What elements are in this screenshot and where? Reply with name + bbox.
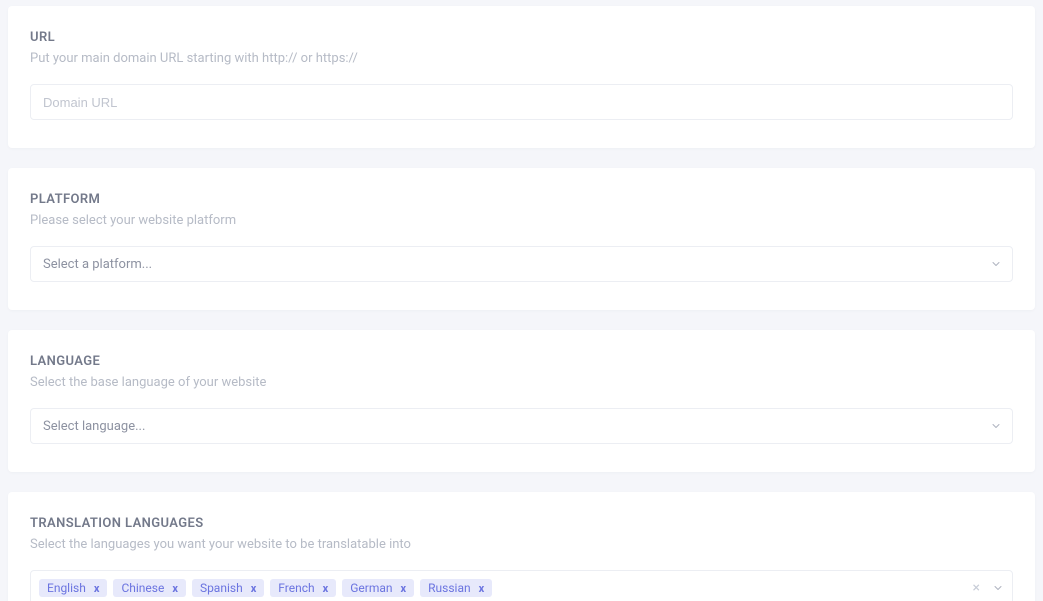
language-card: LANGUAGE Select the base language of you… (8, 330, 1035, 472)
language-placeholder: Select language... (43, 419, 145, 434)
language-select[interactable]: Select language... (30, 408, 1013, 444)
url-card: URL Put your main domain URL starting wi… (8, 6, 1035, 148)
language-tag-label: Spanish (200, 581, 243, 595)
language-tag: Spanish x (192, 579, 264, 597)
language-tag-label: French (278, 581, 314, 595)
language-desc: Select the base language of your website (30, 375, 1013, 390)
url-input[interactable] (30, 84, 1013, 120)
remove-tag-icon[interactable]: x (323, 583, 329, 594)
translation-tags: EnglishxChinesexSpanishxFrenchxGermanxRu… (39, 579, 967, 597)
language-tag: Germanx (342, 579, 414, 597)
platform-select[interactable]: Select a platform... (30, 246, 1013, 282)
platform-placeholder: Select a platform... (43, 257, 152, 272)
remove-tag-icon[interactable]: x (479, 583, 485, 594)
url-title: URL (30, 30, 1013, 45)
translation-title: TRANSLATION LANGUAGES (30, 516, 1013, 531)
remove-tag-icon[interactable]: x (94, 583, 100, 594)
chevron-down-icon (990, 258, 1002, 270)
language-tag: English x (39, 579, 107, 597)
multiselect-trail: × (973, 581, 1004, 595)
remove-tag-icon[interactable]: x (401, 583, 407, 594)
language-tag: Russian x (420, 579, 492, 597)
language-tag-label: Chinese (121, 581, 164, 595)
language-title: LANGUAGE (30, 354, 1013, 369)
translation-desc: Select the languages you want your websi… (30, 537, 1013, 552)
language-tag: Frenchx (270, 579, 336, 597)
url-desc: Put your main domain URL starting with h… (30, 51, 1013, 66)
clear-all-icon[interactable]: × (973, 581, 980, 595)
settings-form: URL Put your main domain URL starting wi… (0, 0, 1043, 601)
translation-multiselect[interactable]: EnglishxChinesexSpanishxFrenchxGermanxRu… (30, 570, 1013, 601)
chevron-down-icon (992, 582, 1004, 594)
platform-title: PLATFORM (30, 192, 1013, 207)
language-tag-label: English (47, 581, 86, 595)
platform-desc: Please select your website platform (30, 213, 1013, 228)
translation-card: TRANSLATION LANGUAGES Select the languag… (8, 492, 1035, 601)
language-tag-label: German (350, 581, 392, 595)
remove-tag-icon[interactable]: x (251, 583, 257, 594)
remove-tag-icon[interactable]: x (172, 583, 178, 594)
language-tag-label: Russian (428, 581, 470, 595)
language-tag: Chinese x (113, 579, 186, 597)
chevron-down-icon (990, 420, 1002, 432)
platform-card: PLATFORM Please select your website plat… (8, 168, 1035, 310)
